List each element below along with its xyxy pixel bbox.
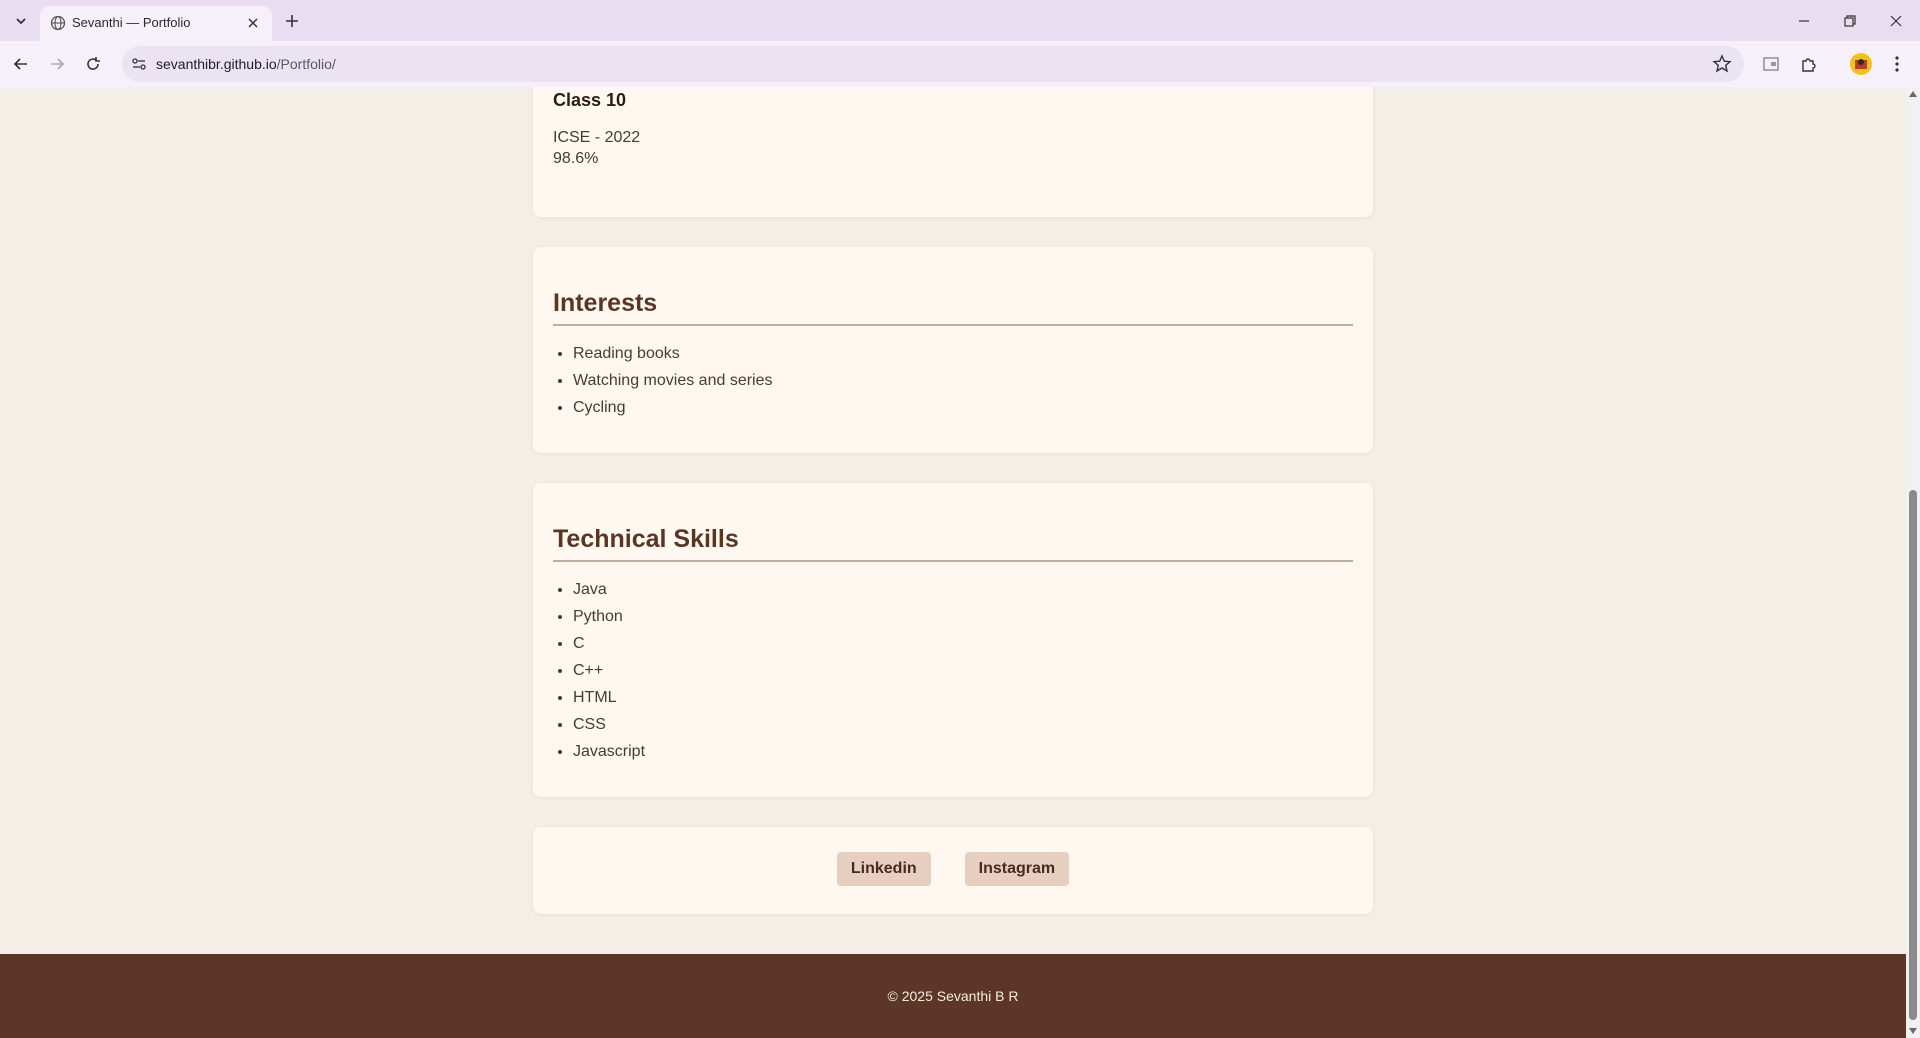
linkedin-button[interactable]: Linkedin	[836, 852, 931, 886]
list-item: Watching movies and series	[573, 367, 1353, 394]
list-item: CSS	[573, 711, 1353, 738]
list-item: HTML	[573, 684, 1353, 711]
scroll-up-arrow-icon[interactable]	[1909, 91, 1917, 97]
tab-title: Sevanthi — Portfolio	[72, 15, 191, 30]
profile-avatar[interactable]	[1850, 53, 1872, 75]
close-tab-icon[interactable]	[245, 15, 261, 31]
class10-score: 98.6%	[553, 150, 599, 167]
minimize-icon[interactable]	[1791, 8, 1817, 34]
close-window-icon[interactable]	[1883, 8, 1909, 34]
list-item: Java	[573, 576, 1353, 603]
tab-search-chevron-icon[interactable]	[10, 10, 32, 32]
forward-arrow-icon[interactable]	[46, 53, 68, 75]
page-scrollbar[interactable]	[1906, 87, 1920, 1038]
footer-copyright: © 2025 Sevanthi B R	[887, 988, 1019, 1004]
new-tab-plus-icon[interactable]	[282, 11, 302, 31]
list-item: Python	[573, 603, 1353, 630]
list-item: Cycling	[573, 394, 1353, 421]
extensions-puzzle-icon[interactable]	[1798, 53, 1820, 75]
side-panel-icon[interactable]	[1760, 53, 1782, 75]
page-viewport: Class 10 ICSE - 2022 98.6% Interests Rea…	[0, 87, 1906, 1038]
technical-skills-heading: Technical Skills	[553, 525, 1353, 562]
interests-heading: Interests	[553, 289, 1353, 326]
class10-title: Class 10	[553, 90, 627, 110]
social-links: Linkedin Instagram	[553, 827, 1353, 886]
url-host: sevanthibr.github.io	[156, 56, 277, 72]
browser-tab-bar: Sevanthi — Portfolio	[0, 0, 1920, 41]
skills-list: Java Python C C++ HTML CSS Javascript	[553, 576, 1353, 765]
reload-icon[interactable]	[82, 53, 104, 75]
social-links-card: Linkedin Instagram	[533, 827, 1373, 914]
list-item: C++	[573, 657, 1353, 684]
interests-list: Reading books Watching movies and series…	[553, 340, 1353, 421]
scrollbar-thumb[interactable]	[1909, 490, 1917, 1020]
active-tab[interactable]: Sevanthi — Portfolio	[40, 6, 272, 41]
url-path: /Portfolio/	[276, 56, 336, 72]
scroll-down-arrow-icon[interactable]	[1909, 1028, 1917, 1034]
class10-board: ICSE - 2022	[553, 129, 641, 146]
list-item: C	[573, 630, 1353, 657]
list-item: Javascript	[573, 738, 1353, 765]
address-bar[interactable]: sevanthibr.github.io/Portfolio/	[122, 46, 1744, 82]
back-arrow-icon[interactable]	[10, 53, 32, 75]
technical-skills-card: Technical Skills Java Python C C++ HTML …	[533, 483, 1373, 797]
url-text: sevanthibr.github.io/Portfolio/	[156, 56, 336, 72]
interests-card: Interests Reading books Watching movies …	[533, 247, 1373, 453]
list-item: Reading books	[573, 340, 1353, 367]
education-card: Class 10 ICSE - 2022 98.6%	[533, 87, 1373, 217]
site-info-icon[interactable]	[130, 55, 148, 73]
instagram-button[interactable]: Instagram	[964, 852, 1070, 886]
browser-toolbar: sevanthibr.github.io/Portfolio/	[0, 41, 1920, 88]
globe-icon	[50, 15, 66, 31]
restore-icon[interactable]	[1837, 8, 1863, 34]
page-footer: © 2025 Sevanthi B R	[0, 954, 1906, 1038]
bookmark-star-icon[interactable]	[1712, 54, 1732, 74]
more-menu-icon[interactable]	[1886, 53, 1908, 75]
